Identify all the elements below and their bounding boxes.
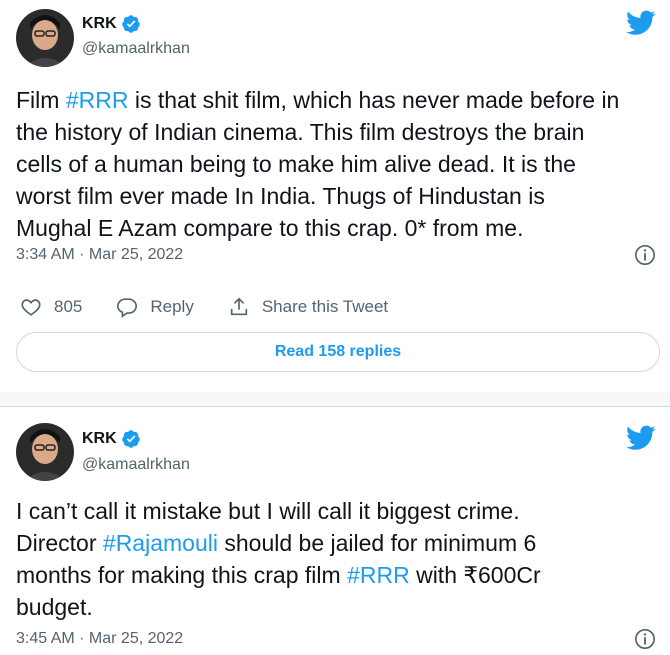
- share-label: Share this Tweet: [261, 297, 389, 316]
- verified-badge-icon: [121, 15, 140, 33]
- avatar[interactable]: [16, 423, 74, 481]
- tweet-separator: [0, 392, 670, 407]
- info-icon[interactable]: [634, 244, 656, 266]
- reply-bubble-icon: [117, 298, 138, 318]
- tweet-text: I can’t call it mistake but I will call …: [16, 495, 656, 623]
- tweet-timestamp[interactable]: 3:34 AM · Mar 25, 2022: [16, 246, 183, 264]
- author-name[interactable]: KRK: [82, 430, 117, 448]
- heart-icon: [21, 299, 41, 316]
- hashtag-link[interactable]: #RRR: [347, 562, 410, 588]
- tweet-card-1: KRK @kamaalrkhan Film #RRR is that shit …: [0, 0, 670, 393]
- hashtag-link[interactable]: #RRR: [66, 87, 129, 113]
- like-count: 805: [54, 297, 83, 316]
- author-handle[interactable]: @kamaalrkhan: [82, 456, 190, 474]
- tweet-text: Film #RRR is that shit film, which has n…: [16, 84, 656, 244]
- info-icon[interactable]: [634, 628, 656, 650]
- hashtag-link[interactable]: #Rajamouli: [103, 530, 218, 556]
- avatar[interactable]: [16, 9, 74, 67]
- twitter-bird-icon[interactable]: [626, 10, 656, 36]
- share-button[interactable]: Share this Tweet: [228, 296, 388, 318]
- reply-label: Reply: [150, 297, 194, 316]
- share-icon: [230, 297, 248, 316]
- verified-badge-icon: [121, 430, 140, 448]
- like-button[interactable]: 805: [20, 296, 82, 318]
- twitter-bird-icon[interactable]: [626, 425, 656, 451]
- tweet-timestamp[interactable]: 3:45 AM · Mar 25, 2022: [16, 630, 183, 648]
- author-row: KRK: [82, 429, 141, 449]
- text-segment: Film: [16, 87, 66, 113]
- reply-button[interactable]: Reply: [116, 296, 194, 318]
- tweet-actions: 805 Reply Share this Tweet: [20, 296, 422, 318]
- author-row: KRK: [82, 14, 141, 34]
- author-name[interactable]: KRK: [82, 15, 117, 33]
- read-replies-button[interactable]: Read 158 replies: [16, 332, 660, 372]
- author-handle[interactable]: @kamaalrkhan: [82, 40, 190, 58]
- tweet-card-2: KRK @kamaalrkhan I can’t call it mistake…: [0, 407, 670, 655]
